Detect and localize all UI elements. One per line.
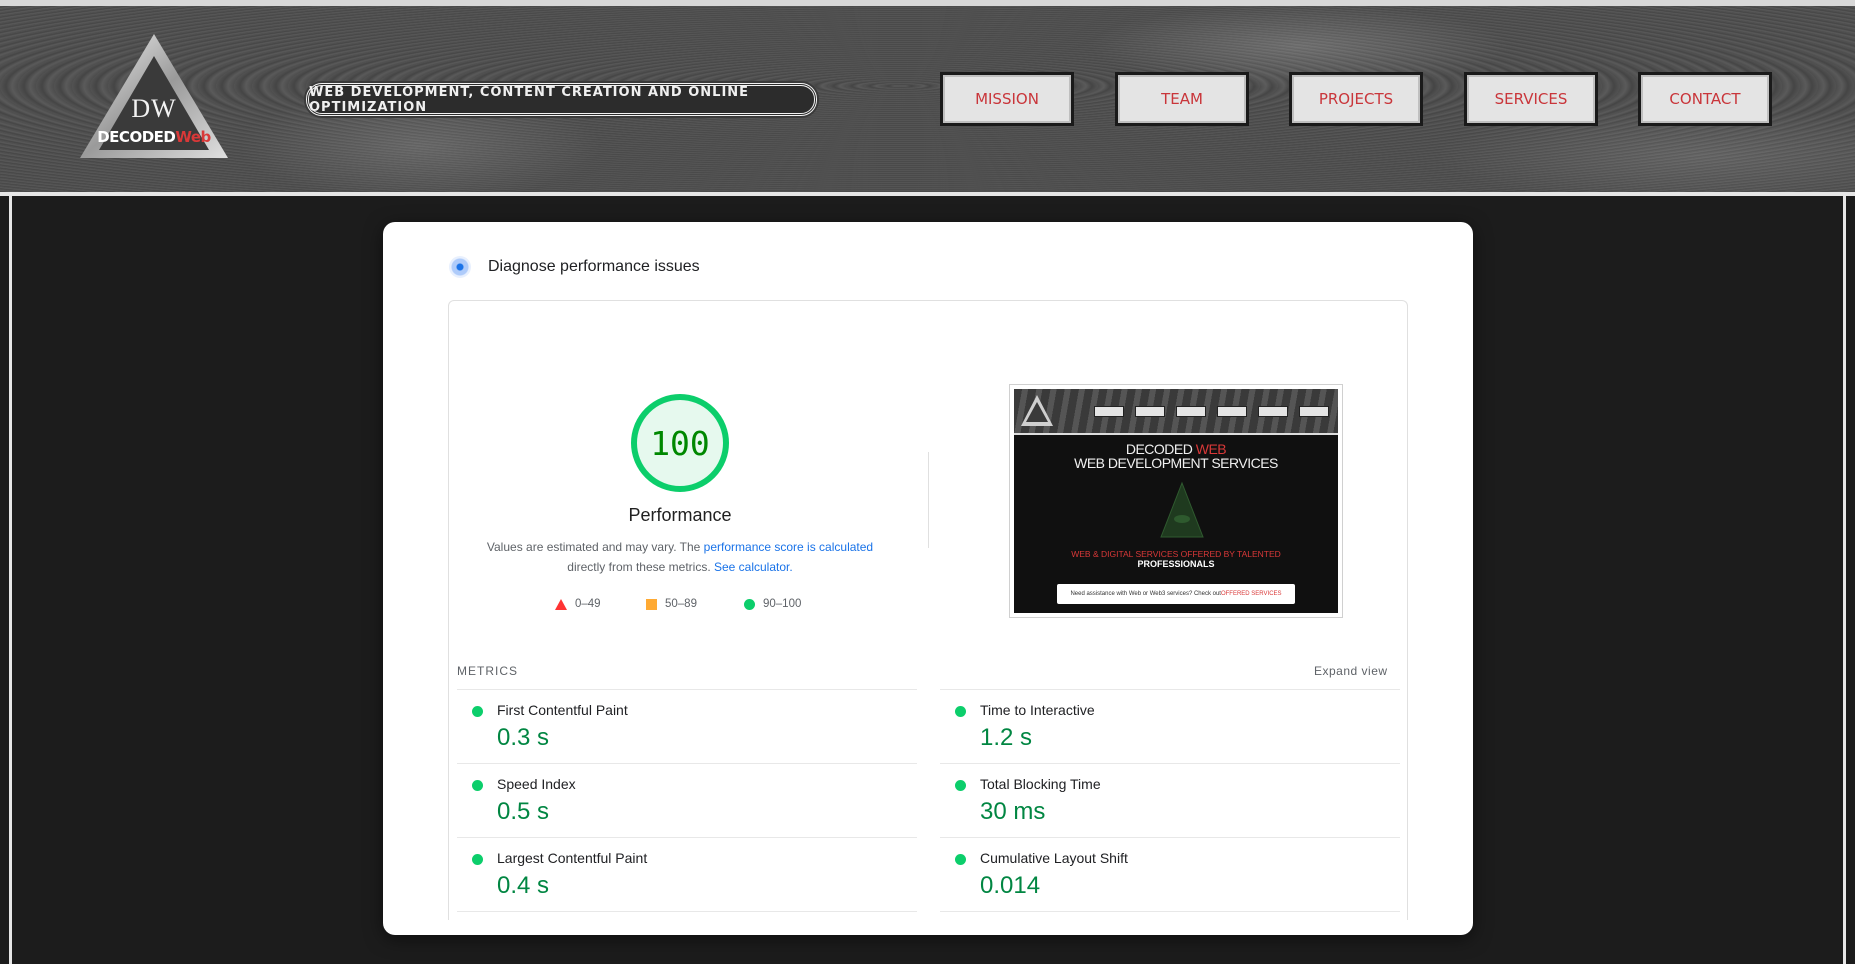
performance-note: Values are estimated and may vary. The p… <box>460 537 900 577</box>
thumbnail-subtitle: WEB DEVELOPMENT SERVICES <box>1074 455 1278 471</box>
legend-fail-label: 0–49 <box>575 598 601 610</box>
legend-average: 50–89 <box>646 597 697 611</box>
header-divider <box>0 192 1855 196</box>
legend-pass: 90–100 <box>744 597 801 611</box>
metric-value: 0.5 s <box>497 798 550 825</box>
note-text-1: Values are estimated and may vary. The <box>486 540 704 554</box>
metric-name: Largest Contentful Paint <box>497 850 648 866</box>
legend-average-label: 50–89 <box>665 598 697 610</box>
nav-contact-button[interactable]: CONTACT <box>1638 72 1772 126</box>
thumbnail-page: DECODED WEB WEB DEVELOPMENT SERVICES WEB… <box>1014 389 1338 613</box>
nav-team-button[interactable]: TEAM <box>1115 72 1249 126</box>
thumbnail-nav-button <box>1217 406 1247 417</box>
legend-fail: 0–49 <box>555 597 601 611</box>
thumbnail-cta-text: Need assistance with Web or Web3 service… <box>1070 591 1221 597</box>
see-calculator-link[interactable]: See calculator. <box>714 560 793 574</box>
thumbnail-nav-button <box>1176 406 1206 417</box>
logo-initials: DW <box>131 94 177 123</box>
metrics-divider <box>940 911 1400 912</box>
metric-name: Time to Interactive <box>980 702 1095 718</box>
metric-time-to-interactive: Time to Interactive 1.2 s <box>940 689 1400 763</box>
pass-circle-icon <box>472 854 483 865</box>
thumbnail-nav-button <box>1094 406 1124 417</box>
legend-pass-label: 90–100 <box>763 598 802 610</box>
diagnose-icon <box>449 256 471 278</box>
note-text-2: directly from these metrics. <box>567 560 714 574</box>
body-border-right <box>1843 196 1846 964</box>
performance-label: Performance <box>628 505 732 525</box>
metric-speed-index: Speed Index 0.5 s <box>457 763 917 837</box>
thumbnail-nav-button <box>1299 406 1329 417</box>
average-square-icon <box>646 598 657 610</box>
expand-view-toggle[interactable]: Expand view <box>1314 664 1388 678</box>
site-tagline: WEB DEVELOPMENT, CONTENT CREATION AND ON… <box>306 83 817 116</box>
thumbnail-cta-link: OFFERED SERVICES <box>1220 591 1282 597</box>
metric-value: 0.4 s <box>497 872 550 899</box>
logo-wordmark: DECODEDWeb <box>78 128 230 146</box>
section-title: Diagnose performance issues <box>488 258 700 275</box>
pass-circle-icon <box>955 780 966 791</box>
logo-word-web: Web <box>175 128 211 146</box>
pass-circle-icon <box>472 706 483 717</box>
metric-largest-contentful-paint: Largest Contentful Paint 0.4 s <box>457 837 917 911</box>
metrics-heading: METRICS <box>457 664 518 678</box>
metric-value: 30 ms <box>980 798 1046 825</box>
metric-name: First Contentful Paint <box>497 702 628 718</box>
performance-score-gauge: 100 <box>631 394 729 492</box>
metric-total-blocking-time: Total Blocking Time 30 ms <box>940 763 1400 837</box>
metrics-divider <box>457 911 917 912</box>
thumbnail-cta-box: Need assistance with Web or Web3 service… <box>1057 584 1295 604</box>
nav-mission-button[interactable]: MISSION <box>940 72 1074 126</box>
thumbnail-professionals-text: PROFESSIONALS <box>1137 559 1215 569</box>
score-calculated-link[interactable]: performance score is calculated <box>704 540 873 554</box>
thumbnail-logo-icon <box>1021 395 1053 426</box>
site-logo[interactable]: DW DECODEDWeb <box>78 30 230 162</box>
thumbnail-nav-button <box>1258 406 1288 417</box>
nav-services-button[interactable]: SERVICES <box>1464 72 1598 126</box>
pass-circle-icon <box>472 780 483 791</box>
metric-value: 0.3 s <box>497 724 550 751</box>
pass-circle-icon <box>955 854 966 865</box>
metric-name: Total Blocking Time <box>980 776 1101 792</box>
metric-cumulative-layout-shift: Cumulative Layout Shift 0.014 <box>940 837 1400 911</box>
final-screenshot-thumbnail[interactable]: DECODED WEB WEB DEVELOPMENT SERVICES WEB… <box>1009 384 1343 618</box>
thumbnail-nav-button <box>1135 406 1165 417</box>
pass-circle-icon <box>744 598 755 610</box>
pass-circle-icon <box>955 706 966 717</box>
body-border-left <box>9 196 12 964</box>
metric-value: 0.014 <box>980 872 1041 899</box>
nav-projects-button[interactable]: PROJECTS <box>1289 72 1423 126</box>
logo-word-decoded: DECODED <box>97 128 176 146</box>
thumbnail-offer-text: WEB & DIGITAL SERVICES OFFERED BY TALENT… <box>1071 549 1281 559</box>
metric-name: Cumulative Layout Shift <box>980 850 1128 866</box>
metric-value: 1.2 s <box>980 724 1033 751</box>
fail-triangle-icon <box>555 598 567 610</box>
metric-first-contentful-paint: First Contentful Paint 0.3 s <box>457 689 917 763</box>
summary-divider <box>928 452 929 548</box>
metric-name: Speed Index <box>497 776 576 792</box>
thumbnail-eye-pyramid-icon <box>1160 481 1204 538</box>
